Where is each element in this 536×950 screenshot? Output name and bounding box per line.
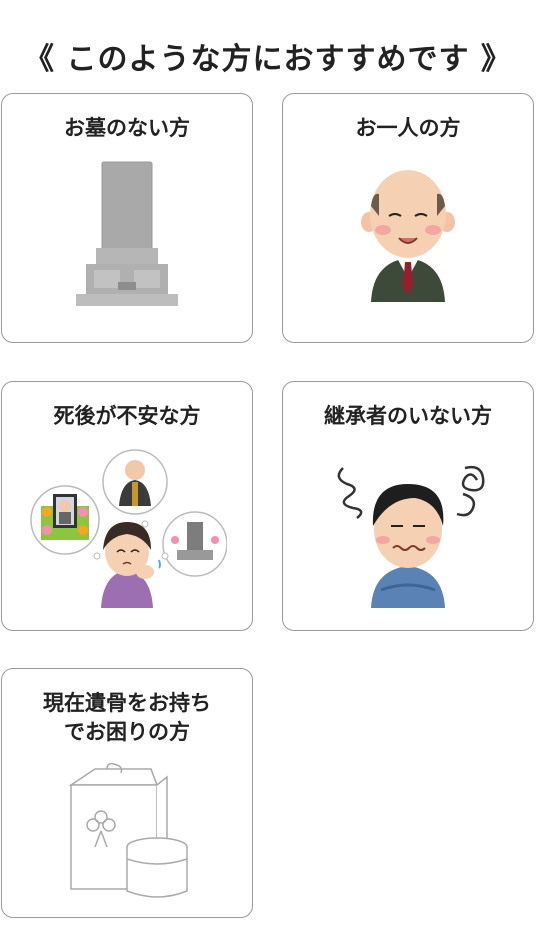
card-no-grave: お墓のない方: [1, 93, 253, 343]
card-title: お一人の方: [355, 116, 461, 140]
gravestone-icon: [2, 160, 252, 310]
card-no-successor: 継承者のいない方: [282, 381, 534, 631]
page-heading: 《 このような方におすすめです 》: [24, 42, 512, 77]
confused-man-icon: [283, 448, 533, 608]
card-holding-remains: 現在遺骨をお持ち でお困りの方: [1, 668, 253, 918]
card-anxious-after-death: 死後が不安な方: [1, 381, 253, 631]
card-alone: お一人の方: [282, 93, 534, 343]
worried-woman-icon: [2, 448, 252, 608]
card-title-line2: でお困りの方: [64, 720, 190, 744]
card-title: お墓のない方: [64, 116, 190, 140]
elderly-man-icon: [283, 166, 533, 306]
card-title: 死後が不安な方: [53, 404, 201, 428]
card-title-line1: 現在遺骨をお持ち: [43, 691, 211, 715]
card-title: 継承者のいない方: [324, 404, 492, 428]
urn-box-icon: [2, 763, 252, 903]
